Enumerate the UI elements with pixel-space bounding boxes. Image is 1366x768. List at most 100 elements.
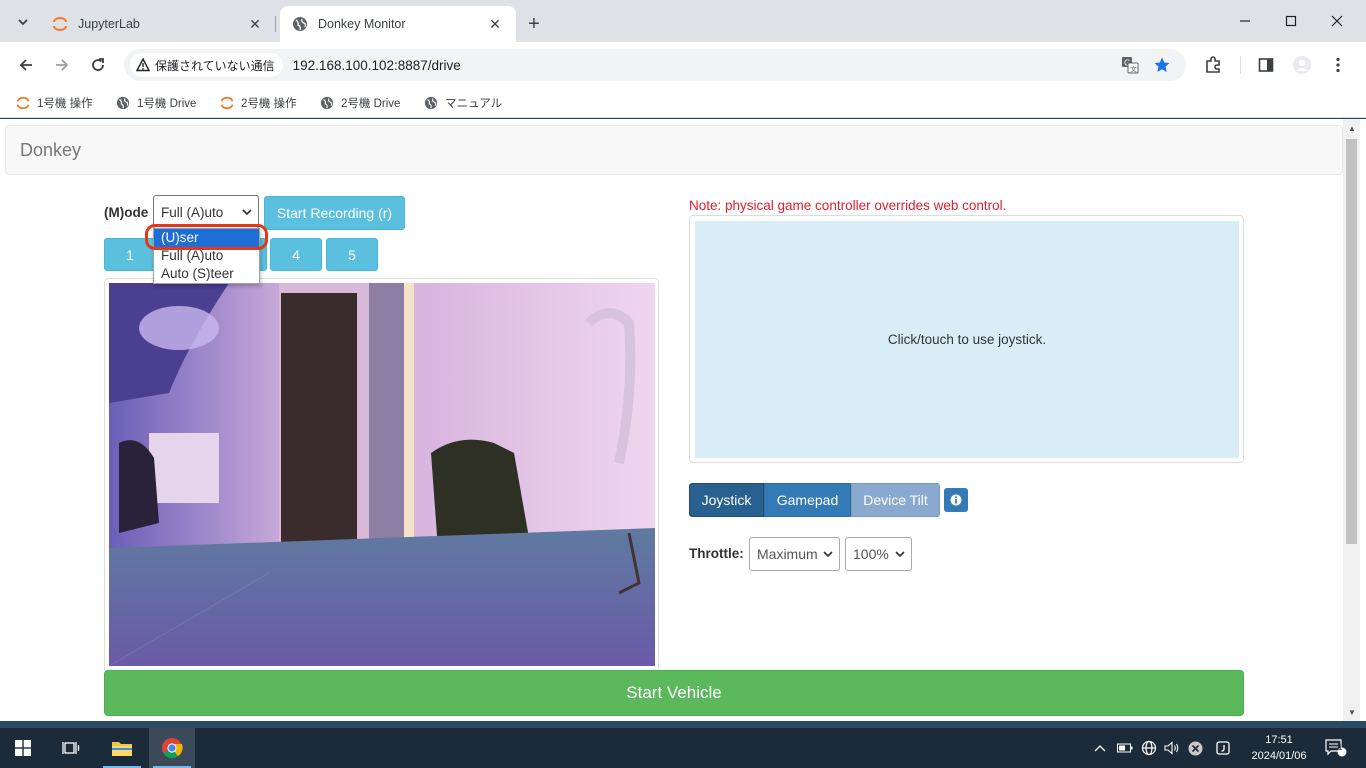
windows-logo-icon — [15, 740, 31, 756]
browser-toolbar: 保護されていない通信 192.168.100.102:8887/drive G文 — [0, 42, 1366, 88]
reload-button[interactable] — [83, 50, 113, 80]
minimize-button[interactable] — [1222, 0, 1268, 42]
chevron-down-icon — [242, 209, 252, 216]
mic-off-icon[interactable] — [1186, 739, 1204, 757]
globe-icon — [320, 96, 334, 110]
throttle-label: Throttle: — [689, 546, 744, 561]
chevron-down-icon — [895, 551, 905, 558]
address-bar[interactable]: 保護されていない通信 192.168.100.102:8887/drive G文 — [124, 49, 1186, 81]
start-button[interactable] — [0, 728, 46, 768]
web-page: Donkey (M)ode Full (A)uto Start Recordin… — [0, 119, 1366, 721]
scroll-up-icon[interactable]: ▲ — [1347, 123, 1357, 133]
chrome-icon — [162, 738, 183, 759]
ime-icon[interactable] — [1214, 739, 1232, 757]
chevron-down-icon — [823, 551, 833, 558]
bookmark-1-operate[interactable]: 1号機 操作 — [16, 93, 93, 113]
start-recording-button[interactable]: Start Recording (r) — [264, 196, 405, 230]
joystick-hint: Click/touch to use joystick. — [887, 332, 1047, 347]
translate-icon[interactable]: G文 — [1120, 55, 1140, 75]
page-scrollbar[interactable]: ▲ ▼ — [1343, 119, 1360, 721]
bookmark-1-drive[interactable]: 1号機 Drive — [116, 93, 196, 113]
reload-icon — [92, 58, 104, 71]
bookmark-manual[interactable]: マニュアル — [424, 93, 502, 113]
chrome-menu-icon[interactable] — [1327, 54, 1349, 76]
back-button[interactable] — [11, 50, 41, 80]
jupyter-icon — [16, 96, 30, 110]
minimize-icon — [1240, 20, 1250, 22]
profile-avatar[interactable] — [1291, 54, 1313, 76]
tab-title: Donkey Monitor — [318, 17, 406, 31]
globe-icon — [293, 17, 307, 31]
jupyter-icon — [220, 96, 234, 110]
bookmark-label: 1号機 操作 — [37, 98, 93, 110]
number-button-4[interactable]: 4 — [270, 238, 322, 271]
close-tab-icon[interactable]: ✕ — [486, 15, 504, 33]
new-tab-button[interactable]: + — [522, 12, 546, 36]
bookmark-star-icon[interactable] — [1152, 55, 1172, 75]
control-mode-joystick[interactable]: Joystick — [689, 483, 764, 517]
windows-taskbar: 17:51 2024/01/06 1 — [0, 728, 1366, 768]
globe-icon — [116, 96, 130, 110]
throttle-percent-select[interactable]: 100% — [845, 537, 912, 571]
camera-image — [109, 283, 655, 666]
clock-date: 2024/01/06 — [1251, 750, 1307, 762]
info-button[interactable] — [944, 488, 968, 512]
jupyter-icon — [53, 17, 67, 31]
camera-frame — [104, 278, 659, 673]
side-panel-icon[interactable] — [1255, 54, 1277, 76]
close-tab-icon[interactable]: ✕ — [246, 15, 264, 33]
security-chip[interactable]: 保護されていない通信 — [130, 53, 283, 77]
bookmark-label: 2号機 操作 — [241, 98, 297, 110]
scroll-down-icon[interactable]: ▼ — [1347, 707, 1357, 717]
clock-time: 17:51 — [1265, 734, 1293, 746]
network-globe-icon[interactable] — [1140, 739, 1158, 757]
notification-center-icon[interactable]: 1 — [1322, 739, 1350, 757]
arrow-left-icon — [19, 59, 32, 71]
throttle-mode-value: Maximum — [757, 546, 818, 562]
throttle-mode-select[interactable]: Maximum — [749, 537, 840, 571]
bookmarks-bar: 1号機 操作 1号機 Drive 2号機 操作 2号機 Drive マニュアル — [0, 88, 1366, 118]
tab-donkey-monitor[interactable]: Donkey Monitor ✕ — [280, 6, 516, 42]
tab-search-button[interactable] — [10, 9, 36, 35]
system-clock[interactable]: 17:51 2024/01/06 — [1242, 732, 1316, 764]
taskbar-file-explorer[interactable] — [99, 728, 145, 768]
bookmark-label: 1号機 Drive — [137, 98, 197, 110]
joystick-frame: Click/touch to use joystick. — [689, 215, 1244, 463]
control-mode-device-tilt[interactable]: Device Tilt — [851, 483, 940, 517]
volume-icon[interactable] — [1163, 739, 1181, 757]
mode-selected-value: Full (A)uto — [161, 204, 224, 220]
controller-note: Note: physical game controller overrides… — [689, 198, 1007, 213]
annotation-highlight-ring — [145, 224, 268, 250]
top-navbar: Donkey — [5, 125, 1343, 175]
task-view-button[interactable] — [48, 728, 94, 768]
task-view-icon — [62, 742, 80, 754]
taskbar-chrome[interactable] — [149, 728, 195, 768]
folder-icon — [112, 742, 132, 756]
maximize-button[interactable] — [1268, 0, 1314, 42]
forward-button[interactable] — [47, 50, 77, 80]
joystick-area[interactable]: Click/touch to use joystick. — [695, 221, 1239, 458]
bookmark-2-operate[interactable]: 2号機 操作 — [220, 93, 297, 113]
mode-option-auto-steer[interactable]: Auto (S)teer — [154, 265, 259, 283]
brand-title[interactable]: Donkey — [20, 140, 81, 161]
start-vehicle-button[interactable]: Start Vehicle — [104, 670, 1244, 716]
notification-count: 1 — [1338, 743, 1343, 752]
maximize-icon — [1285, 15, 1297, 27]
url-text: 192.168.100.102:8887/drive — [292, 57, 461, 73]
number-button-5[interactable]: 5 — [326, 238, 378, 271]
scroll-thumb[interactable] — [1346, 139, 1357, 544]
battery-icon[interactable] — [1116, 739, 1134, 757]
tray-chevron-up-icon[interactable] — [1092, 739, 1108, 757]
tab-strip: JupyterLab ✕ Donkey Monitor ✕ + — [0, 0, 1366, 42]
control-mode-gamepad[interactable]: Gamepad — [764, 483, 851, 517]
extensions-icon[interactable] — [1202, 54, 1224, 76]
tab-jupyterlab[interactable]: JupyterLab ✕ — [40, 6, 276, 42]
toolbar-divider — [1240, 56, 1241, 74]
warning-icon — [136, 58, 150, 72]
close-icon — [1331, 15, 1343, 27]
close-window-button[interactable] — [1314, 0, 1360, 42]
globe-icon — [424, 96, 438, 110]
bookmark-label: 2号機 Drive — [341, 98, 401, 110]
bookmark-2-drive[interactable]: 2号機 Drive — [320, 93, 400, 113]
security-label: 保護されていない通信 — [155, 58, 275, 73]
